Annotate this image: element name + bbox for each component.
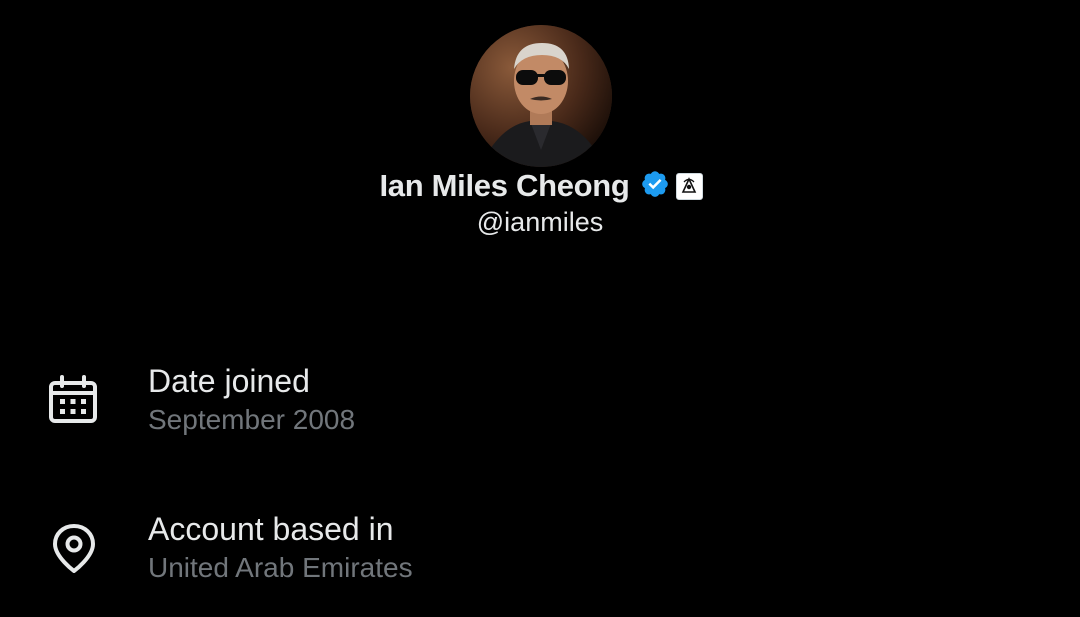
account-location-row: Account based in United Arab Emirates (0, 508, 1080, 598)
calendar-icon (48, 374, 100, 426)
account-location-value: United Arab Emirates (148, 552, 413, 583)
profile-handle: @ianmiles (476, 207, 604, 237)
account-location-label: Account based in (148, 511, 394, 547)
profile-name-row: Ian Miles Cheong (0, 168, 1080, 204)
verified-badge-icon[interactable] (636, 169, 670, 204)
date-joined-label: Date joined (148, 363, 310, 399)
location-pin-icon (48, 522, 100, 574)
date-joined-value: September 2008 (148, 404, 356, 435)
date-joined-row: Date joined September 2008 (0, 360, 1080, 450)
avatar-image (470, 25, 612, 167)
display-name: Ian Miles Cheong (379, 168, 630, 203)
profile-avatar[interactable] (470, 25, 612, 167)
about-account-screen: Ian Miles Cheong @ianmiles Date joined S… (0, 0, 1080, 617)
affiliate-badge-icon[interactable] (675, 172, 703, 200)
